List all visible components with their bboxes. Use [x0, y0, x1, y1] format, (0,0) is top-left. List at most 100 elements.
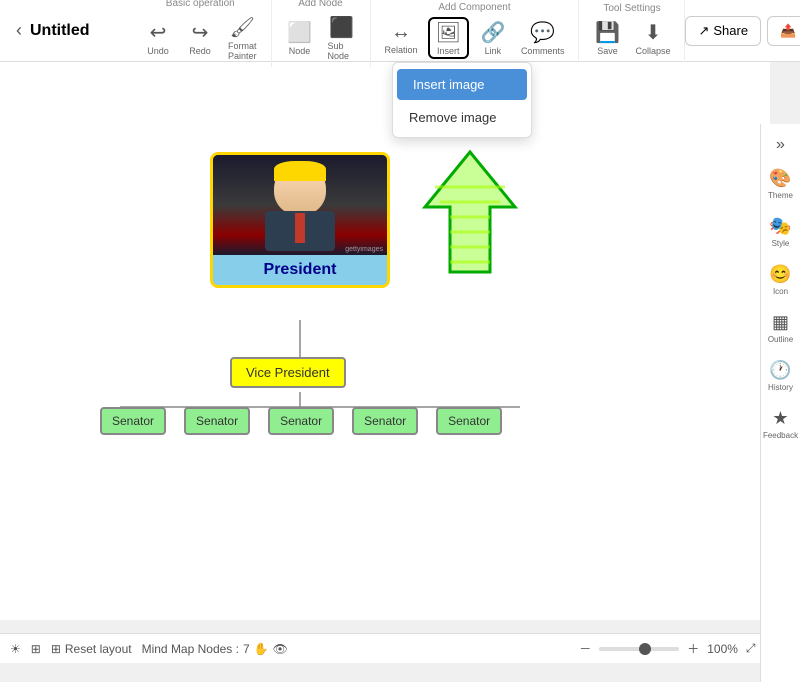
zoom-in-button[interactable]: ＋	[687, 640, 699, 657]
sub-node-label: Sub Node	[328, 41, 356, 61]
comments-button[interactable]: 💬 Comments	[517, 18, 569, 58]
tool-settings-group: Tool Settings 💾 Save ⬇ Collapse	[579, 0, 685, 62]
redo-button[interactable]: ↪ Redo	[182, 18, 218, 58]
sidebar-item-theme[interactable]: 🎨 Theme	[763, 162, 799, 206]
toolbar-right: ↗ Share 📤 Export	[685, 16, 800, 46]
add-node-buttons: ⬜ Node ⬛ Sub Node	[282, 13, 360, 63]
collapse-icon: ⬇	[645, 20, 662, 45]
add-component-group: Add Component ↔ Relation 🖼 Insert 🔗 Link…	[371, 0, 580, 63]
share-button[interactable]: ↗ Share	[685, 16, 761, 46]
reset-layout-button[interactable]: ⊞ Reset layout	[51, 642, 132, 656]
senator-label-4: Senator	[364, 414, 406, 428]
zoom-slider[interactable]	[599, 647, 679, 651]
save-button[interactable]: 💾 Save	[589, 18, 625, 58]
link-icon: 🔗	[480, 20, 505, 45]
brightness-icon[interactable]: ☀	[10, 642, 21, 656]
back-button[interactable]: ‹	[8, 16, 30, 45]
relation-button[interactable]: ↔ Relation	[381, 19, 422, 57]
sidebar-item-outline[interactable]: ▦ Outline	[763, 306, 799, 350]
green-arrow	[420, 147, 520, 282]
statusbar-right: － ＋ 100% ⤢ ⛶ ⊡	[579, 640, 790, 657]
basic-operation-group: Basic operation ↩ Undo ↪ Redo 🖌 Format P…	[130, 0, 272, 67]
basic-operation-buttons: ↩ Undo ↪ Redo 🖌 Format Painter	[140, 13, 261, 63]
export-button[interactable]: 📤 Export	[767, 16, 800, 46]
outline-label: Outline	[768, 335, 793, 344]
sub-node-icon: ⬛	[329, 15, 354, 40]
collapse-button[interactable]: ⬇ Collapse	[631, 18, 674, 58]
comments-icon: 💬	[530, 20, 555, 45]
zoom-percent: 100%	[707, 642, 738, 656]
redo-icon: ↪	[192, 20, 209, 45]
president-label: President	[213, 255, 387, 285]
insert-icon: 🖼	[436, 20, 461, 45]
sidebar-item-feedback[interactable]: ★ Feedback	[763, 402, 799, 446]
history-icon: 🕐	[769, 360, 791, 381]
toolbar: ‹ Untitled Basic operation ↩ Undo ↪ Redo…	[0, 0, 800, 62]
fit-screen-button[interactable]: ⤢	[746, 641, 756, 656]
comments-label: Comments	[521, 46, 565, 56]
format-painter-button[interactable]: 🖌 Format Painter	[224, 13, 261, 63]
style-label: Style	[772, 239, 790, 248]
sidebar-collapse-button[interactable]: »	[772, 132, 789, 158]
eye-icon: 👁	[273, 642, 288, 656]
theme-icon: 🎨	[769, 168, 791, 189]
grid-icon[interactable]: ⊞	[31, 642, 41, 656]
senator-label-5: Senator	[448, 414, 490, 428]
add-component-label: Add Component	[438, 2, 510, 13]
feedback-icon: ★	[772, 408, 788, 429]
zoom-out-button[interactable]: －	[579, 640, 591, 657]
sidebar-item-style[interactable]: 🎭 Style	[763, 210, 799, 254]
senator-node-1[interactable]: Senator	[100, 407, 166, 435]
insert-image-item[interactable]: Insert image	[397, 69, 527, 100]
node-label: Node	[289, 46, 311, 56]
senator-node-3[interactable]: Senator	[268, 407, 334, 435]
senator-node-4[interactable]: Senator	[352, 407, 418, 435]
nodes-count: 7	[243, 642, 250, 656]
sub-node-button[interactable]: ⬛ Sub Node	[324, 13, 360, 63]
theme-label: Theme	[768, 191, 793, 200]
node-button[interactable]: ⬜ Node	[282, 18, 318, 58]
senator-node-5[interactable]: Senator	[436, 407, 502, 435]
format-painter-icon: 🖌	[230, 15, 255, 40]
canvas[interactable]: gettyimages President Vice President Sen…	[0, 62, 770, 620]
add-node-group: Add Node ⬜ Node ⬛ Sub Node	[272, 0, 371, 67]
add-component-buttons: ↔ Relation 🖼 Insert 🔗 Link 💬 Comments	[381, 17, 569, 59]
save-label: Save	[597, 46, 618, 56]
tool-settings-buttons: 💾 Save ⬇ Collapse	[589, 18, 674, 58]
president-node[interactable]: gettyimages President	[210, 152, 390, 288]
icon-label: Icon	[773, 287, 788, 296]
statusbar: ☀ ⊞ ⊞ Reset layout Mind Map Nodes : 7 ✋ …	[0, 633, 800, 663]
reset-label: Reset layout	[65, 642, 132, 656]
senator-node-2[interactable]: Senator	[184, 407, 250, 435]
president-photo: gettyimages	[213, 155, 387, 255]
nodes-info: Mind Map Nodes : 7 ✋ 👁	[142, 642, 288, 656]
vp-label: Vice President	[246, 365, 330, 380]
senator-label-2: Senator	[196, 414, 238, 428]
sidebar-item-icon[interactable]: 😊 Icon	[763, 258, 799, 302]
link-label: Link	[485, 46, 502, 56]
undo-icon: ↩	[150, 20, 167, 45]
collapse-label: Collapse	[635, 46, 670, 56]
format-painter-label: Format Painter	[228, 41, 257, 61]
tool-settings-label: Tool Settings	[603, 3, 660, 14]
reset-icon: ⊞	[51, 642, 61, 656]
remove-image-item[interactable]: Remove image	[393, 102, 531, 133]
hand-icon: ✋	[254, 642, 269, 656]
node-icon: ⬜	[287, 20, 312, 45]
undo-button[interactable]: ↩ Undo	[140, 18, 176, 58]
senator-label-1: Senator	[112, 414, 154, 428]
insert-button[interactable]: 🖼 Insert	[428, 17, 469, 59]
icon-icon: 😊	[769, 264, 791, 285]
sidebar-item-history[interactable]: 🕐 History	[763, 354, 799, 398]
history-label: History	[768, 383, 793, 392]
senator-label-3: Senator	[280, 414, 322, 428]
export-icon: 📤	[780, 23, 796, 39]
document-title[interactable]: Untitled	[30, 22, 110, 40]
connection-lines	[0, 62, 770, 620]
outline-icon: ▦	[772, 312, 789, 333]
relation-icon: ↔	[391, 21, 411, 44]
link-button[interactable]: 🔗 Link	[475, 18, 511, 58]
relation-label: Relation	[385, 45, 418, 55]
vp-node[interactable]: Vice President	[230, 357, 346, 388]
style-icon: 🎭	[769, 216, 791, 237]
